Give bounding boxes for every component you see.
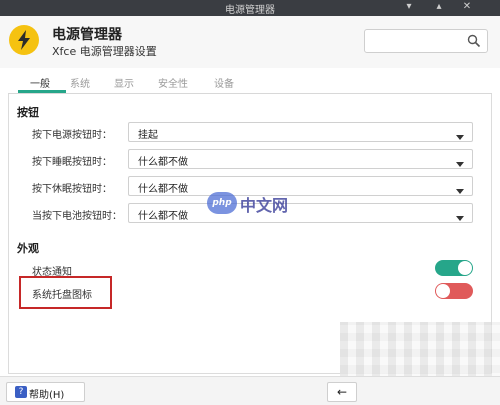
sleep-button-label: 按下睡眠按钮时：: [32, 157, 112, 168]
app-title: 电源管理器: [52, 27, 122, 43]
app-subtitle: Xfce 电源管理器设置: [52, 45, 157, 58]
tab-display[interactable]: 显示: [114, 75, 134, 90]
chevron-down-icon: [456, 157, 464, 170]
hibernate-button-select[interactable]: 什么都不做: [128, 176, 473, 196]
minimize-icon[interactable]: ▾: [402, 1, 416, 12]
window-title: 电源管理器: [225, 5, 275, 16]
search-box[interactable]: [364, 29, 488, 53]
close-icon[interactable]: ✕: [460, 1, 474, 12]
hibernate-button-value: 什么都不做: [138, 184, 188, 195]
arrow-left-icon: ←: [337, 385, 348, 399]
chevron-down-icon: [456, 130, 464, 143]
power-button-label: 按下电源按钮时：: [32, 130, 112, 141]
tab-general[interactable]: 一般: [30, 75, 50, 90]
search-icon[interactable]: [467, 34, 481, 51]
search-input[interactable]: [365, 30, 465, 52]
sleep-button-value: 什么都不做: [138, 157, 188, 168]
battery-button-label: 当按下电池按钮时：: [32, 211, 122, 222]
toggle-knob: [458, 261, 472, 275]
watermark-logo: php: [207, 192, 237, 214]
tray-icon-toggle[interactable]: [435, 283, 473, 299]
highlight-annotation-box: [19, 276, 112, 309]
help-button-label: 帮助(H): [29, 390, 65, 401]
tab-bar: 一般 系统 显示 安全性 设备: [8, 68, 492, 94]
app-header: 电源管理器 Xfce 电源管理器设置: [0, 16, 500, 68]
battery-button-select[interactable]: 什么都不做: [128, 203, 473, 223]
buttons-section-title: 按钮: [17, 106, 39, 119]
tab-devices[interactable]: 设备: [214, 75, 234, 90]
lightning-bolt-icon: [9, 25, 39, 55]
chevron-down-icon: [456, 211, 464, 224]
status-notification-toggle[interactable]: [435, 260, 473, 276]
appearance-section-title: 外观: [17, 242, 39, 255]
maximize-icon[interactable]: ▴: [432, 1, 446, 12]
bottom-bar: ? 帮助(H) ←: [0, 376, 500, 405]
tab-security[interactable]: 安全性: [158, 75, 188, 90]
help-icon: ?: [15, 386, 27, 398]
watermark-text: 中文网: [240, 196, 289, 215]
chevron-down-icon: [456, 184, 464, 197]
tab-system[interactable]: 系统: [70, 75, 90, 90]
sleep-button-select[interactable]: 什么都不做: [128, 149, 473, 169]
hibernate-button-label: 按下休眠按钮时：: [32, 184, 112, 195]
window-titlebar: 电源管理器 ▾ ▴ ✕: [0, 0, 500, 16]
power-button-value: 挂起: [138, 130, 158, 141]
battery-button-value: 什么都不做: [138, 211, 188, 222]
toggle-knob: [436, 284, 450, 298]
power-button-select[interactable]: 挂起: [128, 122, 473, 142]
help-button[interactable]: ? 帮助(H): [6, 382, 85, 402]
back-button[interactable]: ←: [327, 382, 357, 402]
active-tab-indicator: [18, 90, 66, 93]
